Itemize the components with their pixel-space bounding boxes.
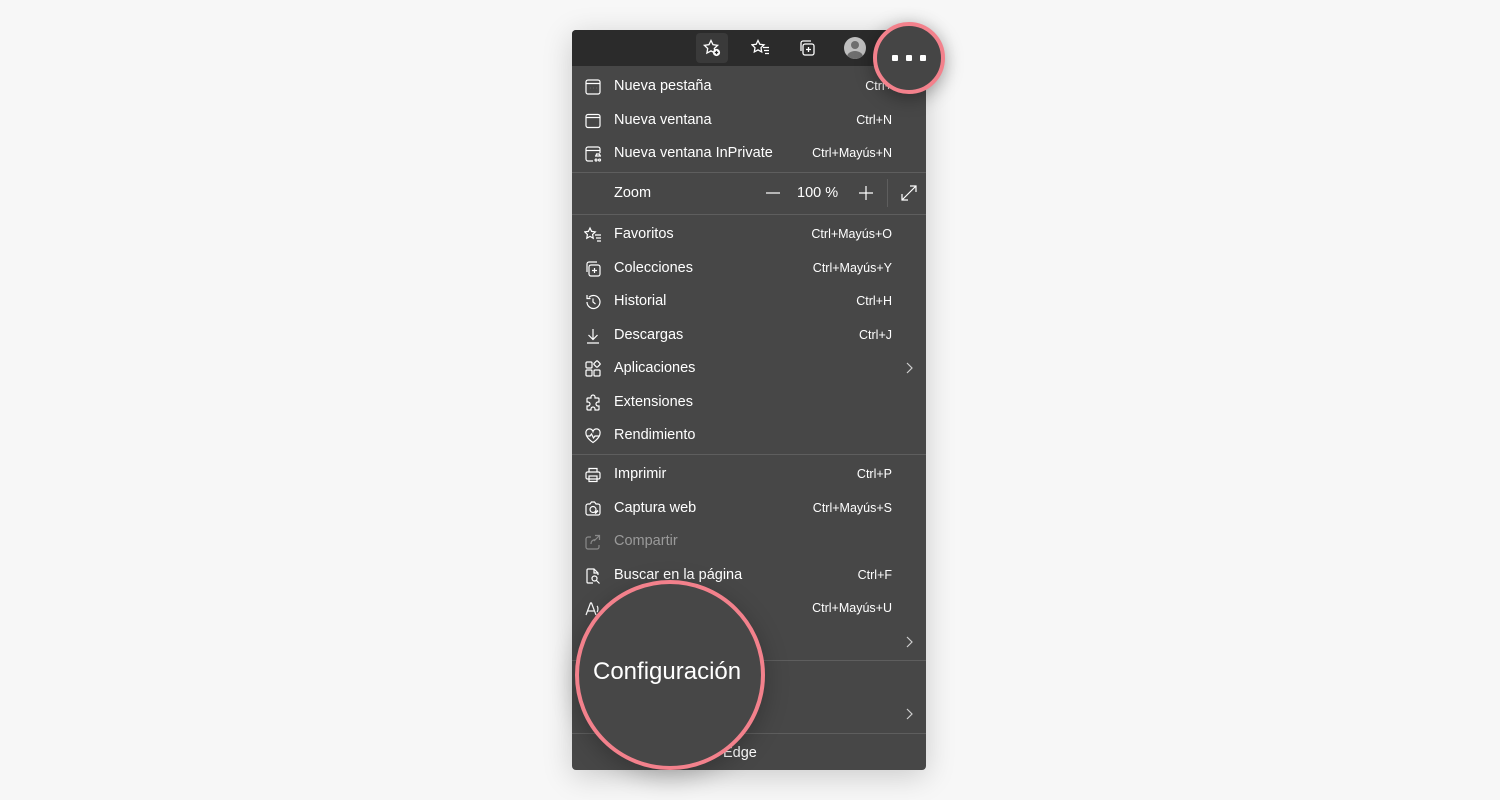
- menu-item-performance[interactable]: Rendimiento: [572, 419, 926, 452]
- performance-icon: [584, 427, 602, 445]
- zoom-value: 100 %: [797, 185, 839, 201]
- menu-divider: [572, 214, 926, 215]
- inprivate-window-icon: [584, 145, 602, 163]
- menu-divider: [572, 454, 926, 455]
- settings-magnifier-callout[interactable]: Configuración: [575, 580, 765, 770]
- favorites-icon[interactable]: [745, 33, 777, 63]
- menu-label: Captura web: [614, 500, 697, 516]
- menu-item-new-tab[interactable]: Nueva pestaña Ctrl+: [572, 70, 926, 103]
- menu-item-favorites[interactable]: Favoritos Ctrl+Mayús+O: [572, 218, 926, 251]
- menu-item-web-capture[interactable]: Captura web Ctrl+Mayús+S: [572, 492, 926, 525]
- menu-item-find-in-page[interactable]: Buscar en la página Ctrl+F: [572, 559, 926, 592]
- menu-item-collections[interactable]: Colecciones Ctrl+Mayús+Y: [572, 252, 926, 285]
- apps-icon: [584, 360, 602, 378]
- menu-item-share: Compartir: [572, 525, 926, 558]
- menu-shortcut: Ctrl+Mayús+S: [812, 501, 892, 515]
- menu-item-print[interactable]: Imprimir Ctrl+P: [572, 458, 926, 491]
- menu-shortcut: Ctrl+Mayús+N: [812, 146, 892, 160]
- menu-label: Historial: [614, 293, 667, 309]
- menu-label: Nueva pestaña: [614, 78, 712, 94]
- menu-shortcut: Ctrl+N: [856, 113, 892, 127]
- zoom-in-button[interactable]: [855, 182, 877, 204]
- menu-label: Extensiones: [614, 394, 693, 410]
- menu-shortcut: Ctrl+J: [859, 328, 892, 342]
- settings-label: Configuración: [593, 658, 742, 685]
- more-dot: [892, 55, 898, 61]
- favorite-add-icon[interactable]: [696, 33, 728, 63]
- chevron-right-icon: [904, 705, 916, 723]
- collections-icon: [584, 260, 602, 278]
- menu-shortcut: Ctrl+F: [857, 568, 892, 582]
- extensions-icon: [584, 394, 602, 412]
- menu-label: Nueva ventana InPrivate: [614, 145, 773, 161]
- zoom-divider: [887, 179, 888, 207]
- menu-item-apps[interactable]: Aplicaciones: [572, 352, 926, 385]
- menu-shortcut: Ctrl+P: [856, 467, 892, 481]
- collections-icon[interactable]: [791, 33, 823, 63]
- menu-item-new-inprivate-window[interactable]: Nueva ventana InPrivate Ctrl+Mayús+N: [572, 137, 926, 170]
- zoom-out-button[interactable]: [762, 182, 784, 204]
- menu-item-new-window[interactable]: Nueva ventana Ctrl+N: [572, 104, 926, 137]
- menu-item-extensions[interactable]: Extensiones: [572, 386, 926, 419]
- profile-avatar[interactable]: [839, 33, 871, 63]
- menu-item-downloads[interactable]: Descargas Ctrl+J: [572, 319, 926, 352]
- menu-label: Rendimiento: [614, 427, 696, 443]
- menu-label: Compartir: [614, 533, 678, 549]
- new-window-icon: [584, 112, 602, 130]
- find-in-page-icon: [584, 567, 602, 585]
- menu-shortcut: Ctrl+Mayús+U: [812, 601, 892, 615]
- favorites-icon: [583, 226, 602, 244]
- download-icon: [584, 327, 602, 345]
- menu-shortcut: Ctrl+H: [856, 294, 892, 308]
- menu-shortcut: Ctrl+Mayús+O: [811, 227, 892, 241]
- menu-label: Favoritos: [614, 226, 674, 242]
- more-dot: [920, 55, 926, 61]
- menu-shortcut: Ctrl+Mayús+Y: [812, 261, 892, 275]
- new-tab-icon: [584, 78, 602, 96]
- fullscreen-icon[interactable]: [899, 183, 919, 203]
- zoom-row: Zoom 100 %: [572, 173, 926, 213]
- menu-item-history[interactable]: Historial Ctrl+H: [572, 285, 926, 318]
- menu-label: Descargas: [614, 327, 684, 343]
- print-icon: [584, 466, 602, 484]
- menu-label: Imprimir: [614, 466, 667, 482]
- menu-label: Aplicaciones: [614, 360, 696, 376]
- chevron-right-icon: [904, 359, 916, 377]
- more-dot: [906, 55, 912, 61]
- more-options-button[interactable]: [873, 22, 945, 94]
- web-capture-icon: [584, 500, 602, 518]
- history-icon: [584, 293, 602, 311]
- menu-label: Colecciones: [614, 260, 693, 276]
- menu-label: Nueva ventana: [614, 112, 712, 128]
- zoom-label: Zoom: [614, 185, 652, 201]
- chevron-right-icon: [904, 633, 916, 651]
- share-icon: [584, 533, 602, 551]
